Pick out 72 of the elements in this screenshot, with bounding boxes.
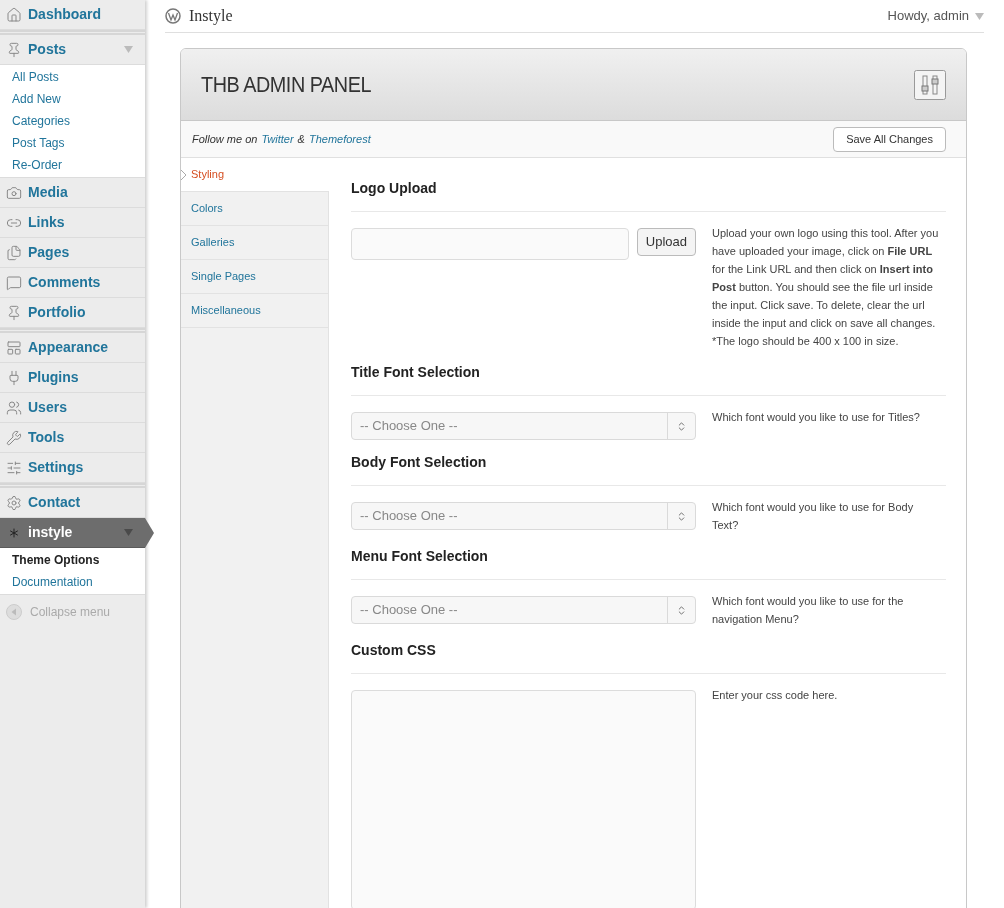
submenu-item[interactable]: All Posts [0,66,145,88]
submenu-item[interactable]: Add New [0,88,145,110]
menu-item[interactable]: Tools [0,423,145,453]
section-heading: Body Font Selection [351,452,946,486]
save-all-changes-button[interactable]: Save All Changes [833,126,946,152]
pointer-icon [145,518,154,548]
help-text: Which font would you like to use for Titles? [712,410,921,425]
section-heading: Menu Font Selection [351,546,946,580]
font-select[interactable]: -- Choose One -- [351,412,696,440]
menu-item[interactable]: Appearance [0,333,145,363]
upload-button[interactable]: Upload [636,228,696,256]
section-heading: Title Font Selection [351,362,946,396]
menu-item[interactable]: Plugins [0,363,145,393]
camera-icon [6,184,22,201]
home-icon [6,6,22,23]
help-text: Which font would you like to use for the navigation Menu? [712,594,905,627]
speech-bubble-icon [6,274,22,291]
menu-item[interactable]: Pages [0,238,145,268]
sliders-icon [6,459,22,476]
submenu-item[interactable]: Theme Options [0,549,145,571]
pushpin-icon [6,41,22,58]
ampersand-text: & [297,131,305,147]
tools-icon [6,429,22,446]
settings-tab[interactable]: Galleries [181,226,328,260]
settings-tab[interactable]: Miscellaneous [181,294,328,328]
submenu-item[interactable]: Documentation [0,571,145,593]
panel-title: THB ADMIN PANEL [201,71,372,99]
users-icon [6,399,22,416]
help-text: Upload your own logo using this tool. After you have uploaded your image, click on File URL for the Link URL and then click on Insert into Post button. You should see the file url inside the input. Click save. To delete, clear the url inside the input and click on save all changes. *The logo should be 400 x 100 in size. [712,226,940,349]
settings-tab[interactable]: Styling [181,158,329,192]
plug-icon [6,369,22,386]
gear-icon [6,494,22,511]
menu-item[interactable]: Posts [0,35,145,65]
layout-icon [6,339,22,356]
submenu-item[interactable]: Post Tags [0,132,145,154]
left-arrow-circle-icon [6,604,22,620]
caret-icon [975,12,984,20]
sliders-icon [914,69,946,100]
settings-tab[interactable]: Single Pages [181,260,328,294]
caret-icon [124,46,133,53]
menu-item[interactable]: Dashboard [0,0,145,30]
submenu-item[interactable]: Categories [0,110,145,132]
follow-text: Follow me on [192,131,258,147]
menu-item[interactable]: Users [0,393,145,423]
help-text: Which font would you like to use for Body Text? [712,500,915,533]
updown-icon [676,420,687,432]
pushpin-icon [6,304,22,321]
menu-item[interactable]: Portfolio [0,298,145,328]
menu-item[interactable]: Contact [0,488,145,518]
menu-item[interactable]: Media [0,178,145,208]
site-title[interactable]: Instyle [189,4,233,28]
twitter-link[interactable]: Twitter [261,130,294,148]
logo-url-field[interactable] [351,228,629,260]
settings-tab[interactable]: Colors [181,192,328,226]
font-select[interactable]: -- Choose One -- [351,596,696,624]
submenu-item[interactable]: Re-Order [0,154,145,176]
updown-icon [676,510,687,522]
logo-icon [165,8,181,24]
account-menu[interactable]: Howdy, admin [887,6,984,26]
pages-icon [6,244,22,261]
custom-css-field[interactable] [351,690,696,908]
help-text: Enter your css code here. [712,688,839,703]
themeforest-link[interactable]: Themeforest [308,130,371,148]
menu-item[interactable]: Comments [0,268,145,298]
section-heading: Logo Upload [351,178,946,212]
updown-icon [676,604,687,616]
menu-item[interactable]: Links [0,208,145,238]
pointer-icon [181,170,186,180]
section-heading: Custom CSS [351,640,946,674]
menu-item[interactable]: Settings [0,453,145,483]
caret-icon [124,529,133,536]
font-select[interactable]: -- Choose One -- [351,502,696,530]
